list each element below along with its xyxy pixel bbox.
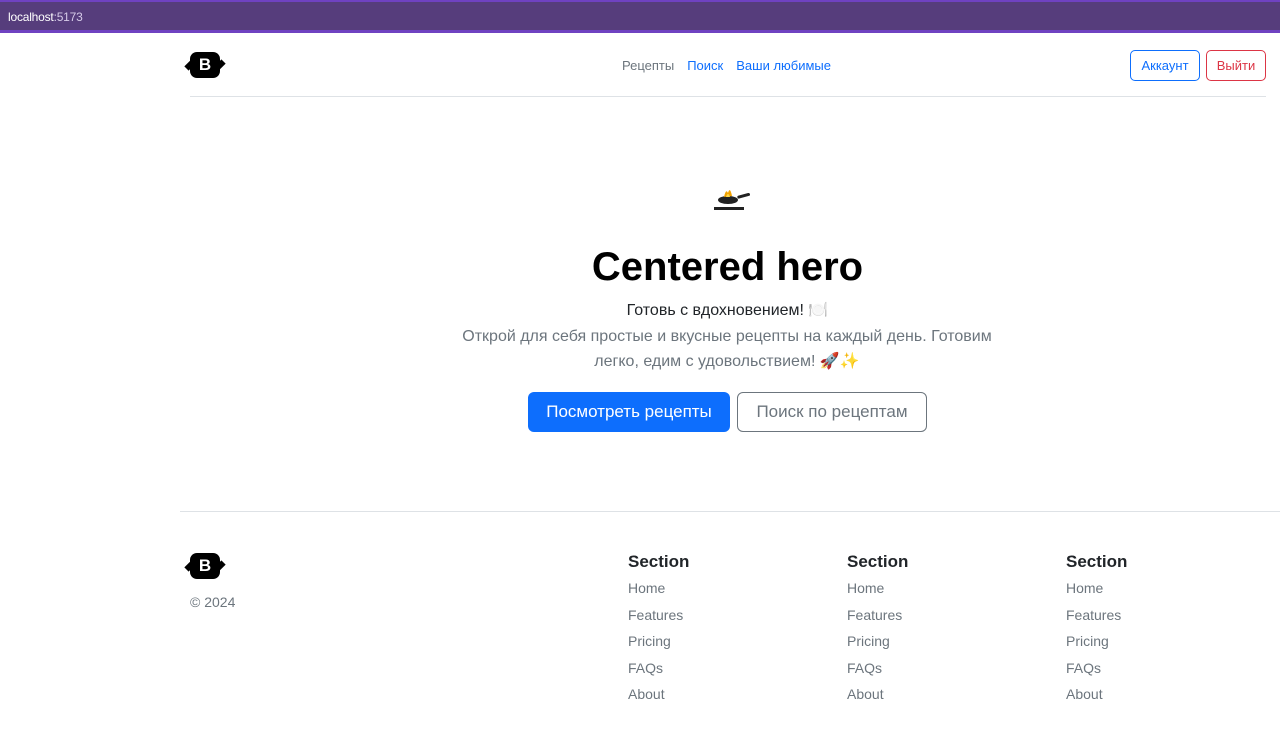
footer-section-3: Section Home Features Pricing FAQs About <box>1066 552 1246 713</box>
footer-link-about[interactable]: About <box>1066 686 1246 713</box>
hero-title: Centered hero <box>591 245 864 289</box>
section-title: Section <box>1066 552 1128 571</box>
bootstrap-logo-icon[interactable]: B <box>190 52 220 78</box>
account-button[interactable]: Аккаунт <box>1130 50 1200 81</box>
nav-links: Рецепты Поиск Ваши любимые <box>622 58 844 73</box>
footer-link-features[interactable]: Features <box>847 607 1027 634</box>
url-host: localhost <box>8 10 54 24</box>
footer-link-pricing[interactable]: Pricing <box>847 633 1027 660</box>
view-recipes-button[interactable]: Посмотреть рецепты <box>528 392 730 432</box>
copyright: © 2024 <box>190 594 236 610</box>
footer-link-faqs[interactable]: FAQs <box>628 660 808 687</box>
url-bar[interactable]: localhost:5173 <box>8 10 83 24</box>
footer-link-pricing[interactable]: Pricing <box>628 633 808 660</box>
footer-link-features[interactable]: Features <box>628 607 808 634</box>
nav-link-search[interactable]: Поиск <box>687 58 723 73</box>
footer-section-2: Section Home Features Pricing FAQs About <box>847 552 1027 713</box>
footer-link-pricing[interactable]: Pricing <box>1066 633 1246 660</box>
footer-link-faqs[interactable]: FAQs <box>847 660 1027 687</box>
cooking-logo-icon <box>714 190 750 210</box>
footer-bootstrap-logo-icon[interactable]: B <box>190 553 220 579</box>
section-title: Section <box>847 552 909 571</box>
footer-link-about[interactable]: About <box>847 686 1027 713</box>
footer-divider <box>180 511 1280 512</box>
footer-logo-letter: B <box>198 556 212 575</box>
logout-button[interactable]: Выйти <box>1206 50 1266 81</box>
footer-link-home[interactable]: Home <box>847 580 1027 607</box>
logo-letter: B <box>198 55 212 74</box>
nav-link-favorites[interactable]: Ваши любимые <box>736 58 831 73</box>
nav-link-recipes[interactable]: Рецепты <box>622 58 674 73</box>
section-title: Section <box>628 552 690 571</box>
browser-bar: localhost:5173 <box>0 0 1280 33</box>
footer-link-about[interactable]: About <box>628 686 808 713</box>
search-recipes-button[interactable]: Поиск по рецептам <box>737 392 927 432</box>
footer-link-home[interactable]: Home <box>1066 580 1246 607</box>
hero-subtitle: Готовь с вдохновением! 🍽️ <box>626 302 829 319</box>
footer-section-1: Section Home Features Pricing FAQs About <box>628 552 808 713</box>
header-navbar: B Рецепты Поиск Ваши любимые Аккаунт Выйти <box>190 50 1266 97</box>
footer-link-home[interactable]: Home <box>628 580 808 607</box>
footer-link-features[interactable]: Features <box>1066 607 1246 634</box>
hero-lead-text: Открой для себя простые и вкусные рецепт… <box>462 328 992 370</box>
footer-link-faqs[interactable]: FAQs <box>1066 660 1246 687</box>
url-port: :5173 <box>53 10 83 24</box>
